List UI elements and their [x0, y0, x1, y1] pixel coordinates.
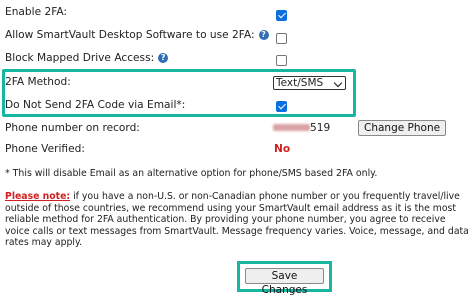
notice-body: if you have a non-U.S. or non-Canadian p…	[5, 191, 469, 248]
help-icon[interactable]: ?	[158, 53, 169, 63]
no-email-checkbox[interactable]	[276, 101, 287, 112]
method-select-value: Text/SMS	[276, 77, 324, 89]
block-drive-text: Block Mapped Drive Access:	[5, 52, 155, 64]
footnote: * This will disable Email as an alternat…	[5, 168, 378, 179]
method-label: 2FA Method:	[5, 76, 71, 88]
verified-label: Phone Verified:	[5, 143, 85, 155]
allow-desktop-checkbox[interactable]	[276, 33, 287, 44]
notice-paragraph: Please note: if you have a non-U.S. or n…	[5, 191, 471, 249]
notice-lead: Please note:	[5, 191, 71, 202]
allow-desktop-label: Allow SmartVault Desktop Software to use…	[5, 26, 275, 44]
redacted-phone	[273, 124, 310, 131]
enable-2fa-label: Enable 2FA:	[5, 6, 67, 18]
phone-label: Phone number on record:	[5, 122, 140, 134]
change-phone-button[interactable]: Change Phone	[358, 120, 447, 136]
phone-suffix: 519	[310, 122, 331, 134]
chevron-down-icon	[333, 78, 343, 88]
save-highlight-frame: Save Changes	[237, 261, 332, 296]
block-drive-label: Block Mapped Drive Access:?	[5, 49, 275, 67]
save-changes-button[interactable]: Save Changes	[245, 268, 324, 296]
block-drive-checkbox[interactable]	[276, 55, 287, 66]
allow-desktop-text: Allow SmartVault Desktop Software to use…	[5, 29, 255, 41]
no-email-label: Do Not Send 2FA Code via Email*:	[5, 99, 186, 111]
verified-status: No	[274, 143, 291, 155]
method-select[interactable]: Text/SMS	[273, 76, 346, 90]
help-icon[interactable]: ?	[258, 30, 269, 40]
enable-2fa-checkbox[interactable]	[276, 10, 287, 21]
